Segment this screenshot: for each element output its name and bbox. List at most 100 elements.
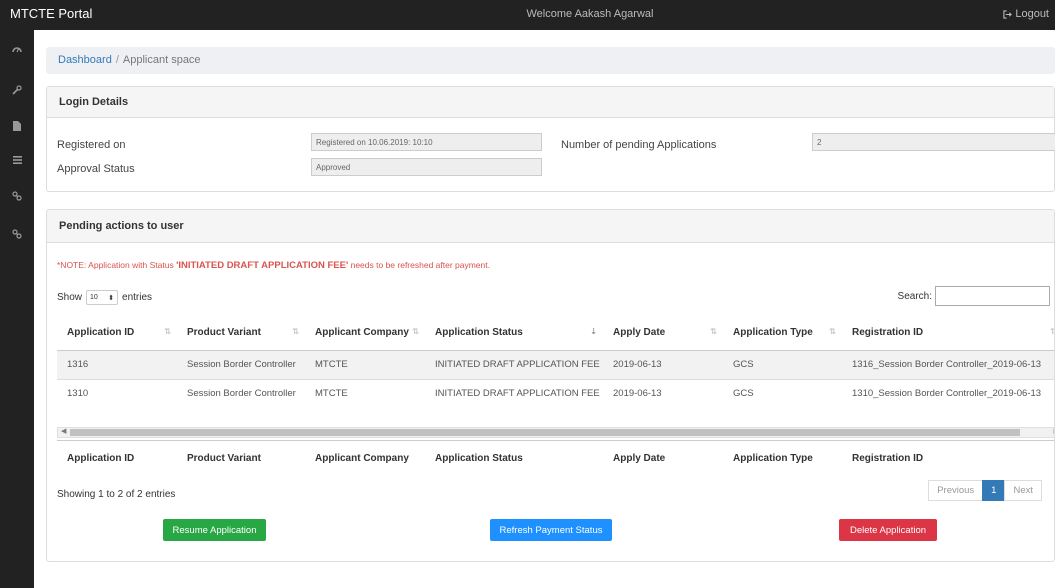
col-header-application-status[interactable]: Application Status ⇣	[425, 315, 603, 351]
sort-desc-icon: ⇣	[590, 327, 597, 336]
cell-product-variant: Session Border Controller	[177, 378, 305, 408]
pending-actions-panel: Pending actions to user *NOTE: Applicati…	[46, 209, 1055, 562]
sort-icon: ⇅	[164, 327, 171, 336]
breadcrumb-current: Applicant space	[122, 54, 201, 66]
logout-icon	[1003, 9, 1013, 19]
select-caret-icon: ⬍	[108, 294, 115, 302]
wrench-icon	[12, 85, 22, 95]
entries-label: entries	[122, 292, 153, 303]
sidebar-item-documents[interactable]	[0, 114, 34, 138]
cell-apply-date: 2019-06-13	[603, 349, 723, 379]
table-search: Search:	[898, 286, 1050, 306]
sidebar-item-dashboard[interactable]	[0, 36, 34, 60]
sidebar	[0, 30, 34, 588]
col-header-label: Registration ID	[852, 326, 924, 338]
col-header-application-type[interactable]: Application Type ⇅	[723, 315, 842, 351]
sort-icon: ⇅	[1050, 327, 1054, 336]
refresh-payment-status-button[interactable]: Refresh Payment Status	[490, 519, 612, 541]
cell-registration-id: 1316_Session Border Controller_2019-06-1…	[842, 349, 1054, 379]
entries-length-select[interactable]: 10 ⬍	[86, 290, 119, 305]
footer-registration-id: Registration ID	[842, 440, 1054, 476]
breadcrumb: Dashboard / Applicant space	[46, 47, 1055, 74]
file-icon	[13, 121, 21, 131]
previous-page-button[interactable]: Previous	[928, 480, 984, 501]
note-suffix: needs to be refreshed after payment.	[348, 260, 490, 270]
login-details-heading: Login Details	[47, 87, 1054, 118]
login-details-panel: Login Details Registered on Registered o…	[46, 86, 1055, 192]
next-page-button[interactable]: Next	[1004, 480, 1042, 501]
link-icon	[12, 229, 22, 239]
sort-icon: ⇅	[292, 327, 299, 336]
horizontal-scrollbar[interactable]: ◀ ▶	[57, 427, 1054, 438]
pending-applications-field: 2	[812, 133, 1055, 151]
cell-registration-id: 1310_Session Border Controller_2019-06-1…	[842, 378, 1054, 408]
delete-application-button[interactable]: Delete Application	[839, 519, 937, 541]
table-row[interactable]: 1310 Session Border Controller MTCTE INI…	[57, 378, 1054, 408]
col-header-label: Application Type	[733, 326, 813, 338]
cell-apply-date: 2019-06-13	[603, 378, 723, 408]
table-header-row: Application ID ⇅ Product Variant ⇅ Applica…	[57, 315, 1054, 351]
col-header-product-variant[interactable]: Product Variant ⇅	[177, 315, 305, 351]
scroll-left-icon[interactable]: ◀	[61, 427, 66, 435]
table-info: Showing 1 to 2 of 2 entries	[57, 489, 176, 500]
cell-application-status: INITIATED DRAFT APPLICATION FEE	[425, 349, 603, 379]
table-row[interactable]: 1316 Session Border Controller MTCTE INI…	[57, 349, 1054, 379]
footer-apply-date: Apply Date	[603, 440, 723, 476]
col-header-apply-date[interactable]: Apply Date ⇅	[603, 315, 723, 351]
pending-applications-label: Number of pending Applications	[561, 139, 717, 151]
col-header-registration-id[interactable]: Registration ID ⇅	[842, 315, 1054, 351]
cell-application-type: GCS	[723, 349, 842, 379]
col-header-label: Application ID	[67, 326, 135, 338]
col-header-label: Apply Date	[613, 326, 666, 338]
search-label: Search:	[897, 290, 932, 302]
col-header-label: Applicant Company	[315, 326, 409, 338]
cell-applicant-company: MTCTE	[305, 349, 425, 379]
col-header-label: Application Status	[435, 326, 523, 338]
note-status: 'INITIATED DRAFT APPLICATION FEE'	[176, 260, 349, 271]
cell-application-id: 1316	[57, 349, 177, 379]
registered-on-label: Registered on	[57, 139, 126, 151]
page-1-button[interactable]: 1	[982, 480, 1006, 501]
show-label: Show	[57, 292, 83, 303]
breadcrumb-dashboard-link[interactable]: Dashboard	[58, 54, 112, 66]
col-header-application-id[interactable]: Application ID ⇅	[57, 315, 177, 351]
sidebar-item-link-2[interactable]	[0, 222, 34, 246]
col-header-label: Product Variant	[187, 326, 261, 338]
sidebar-item-tools[interactable]	[0, 78, 34, 102]
show-entries: Show 10 ⬍ entries	[57, 290, 152, 305]
breadcrumb-separator: /	[115, 54, 119, 66]
sidebar-item-link-1[interactable]	[0, 184, 34, 208]
search-input[interactable]	[935, 286, 1050, 306]
approval-status-field: Approved	[311, 158, 542, 176]
link-icon	[12, 191, 22, 201]
footer-application-type: Application Type	[723, 440, 842, 476]
footer-applicant-company: Applicant Company	[305, 440, 425, 476]
footer-application-id: Application ID	[57, 440, 177, 476]
sort-icon: ⇅	[412, 327, 419, 336]
entries-length-value: 10	[90, 294, 98, 301]
applications-table-footer: Application ID Product Variant Applicant…	[57, 440, 1054, 476]
cell-applicant-company: MTCTE	[305, 378, 425, 408]
logout-link[interactable]: Logout	[1003, 8, 1049, 20]
cell-application-id: 1310	[57, 378, 177, 408]
sidebar-item-list[interactable]	[0, 148, 34, 172]
footer-product-variant: Product Variant	[177, 440, 305, 476]
registered-on-field: Registered on 10.06.2019: 10:10	[311, 133, 542, 151]
note-prefix: *NOTE: Application with Status	[57, 260, 177, 270]
col-header-applicant-company[interactable]: Applicant Company ⇅	[305, 315, 425, 351]
pagination: Previous 1 Next	[928, 480, 1042, 501]
cell-application-status: INITIATED DRAFT APPLICATION FEE	[425, 378, 603, 408]
welcome-text: Welcome Aakash Agarwal	[526, 8, 654, 20]
cell-product-variant: Session Border Controller	[177, 349, 305, 379]
payment-note: *NOTE: Application with Status 'INITIATE…	[57, 260, 490, 271]
list-icon	[12, 156, 22, 164]
sort-icon: ⇅	[829, 327, 836, 336]
applications-table: Application ID ⇅ Product Variant ⇅ Applica…	[57, 315, 1054, 408]
resume-application-button[interactable]: Resume Application	[163, 519, 266, 541]
sort-icon: ⇅	[710, 327, 717, 336]
top-navbar: MTCTE Portal Welcome Aakash Agarwal Logo…	[0, 0, 1055, 30]
scrollbar-thumb[interactable]	[70, 429, 1020, 436]
footer-application-status: Application Status	[425, 440, 603, 476]
pending-actions-heading: Pending actions to user	[47, 210, 1054, 243]
table-footer-row: Application ID Product Variant Applicant…	[57, 440, 1054, 476]
